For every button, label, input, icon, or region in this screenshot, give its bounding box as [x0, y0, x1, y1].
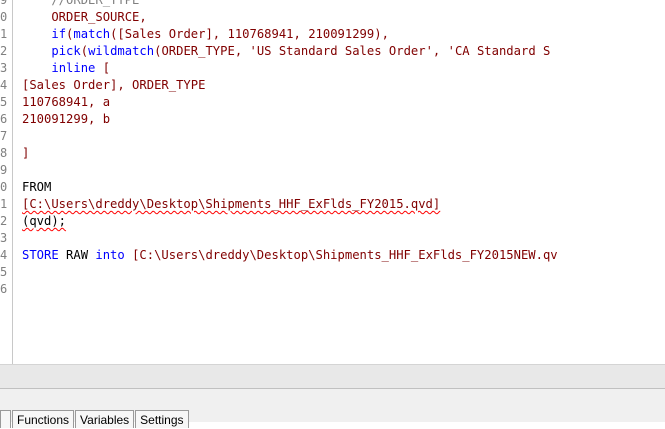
line-number: 9 — [0, 162, 12, 179]
tab-functions[interactable]: Functions — [12, 410, 75, 428]
tab-settings[interactable]: Settings — [135, 410, 189, 428]
code-token: match — [73, 27, 111, 41]
line-number: 4 — [0, 247, 12, 264]
line-number-text: 8 — [0, 146, 8, 160]
code-token: ORDER_SOURCE, — [22, 10, 147, 24]
code-token: [ — [95, 61, 111, 75]
tab-main[interactable] — [0, 410, 11, 428]
line-number: 5 — [0, 94, 12, 111]
line-number: 5 — [0, 264, 12, 281]
code-token: inline — [51, 61, 96, 75]
line-number-text: 3 — [0, 231, 8, 245]
code-token: into — [95, 248, 125, 262]
line-number: 0 — [0, 9, 12, 26]
code-token: 110768941, a — [22, 95, 111, 109]
code-token: ([Sales Order], 110768941, 210091299), — [110, 27, 389, 41]
line-number-text: 4 — [0, 248, 8, 262]
line-number: 1 — [0, 26, 12, 43]
bottom-tab-bar: Functions Variables Settings — [0, 388, 665, 428]
line-number: 7 — [0, 128, 12, 145]
code-line[interactable]: FROM — [22, 179, 51, 196]
code-token: (qvd); — [22, 214, 67, 228]
line-number-text: 2 — [0, 214, 8, 228]
line-number-text: 0 — [0, 180, 8, 194]
code-line[interactable]: if(match([Sales Order], 110768941, 21009… — [22, 26, 389, 43]
horizontal-scrollbar[interactable] — [0, 364, 665, 388]
line-number: 3 — [0, 230, 12, 247]
code-token: if — [51, 27, 67, 41]
code-token: [C:\Users\dreddy\Desktop\Shipments_HHF_E… — [22, 197, 441, 211]
code-line[interactable]: STORE RAW into [C:\Users\dreddy\Desktop\… — [22, 247, 558, 264]
line-number: 9 — [0, 0, 12, 9]
code-line[interactable]: (qvd); — [22, 213, 66, 230]
code-token: FROM — [22, 180, 52, 194]
code-line[interactable]: 110768941, a — [22, 94, 110, 111]
code-line[interactable]: 210091299, b — [22, 111, 110, 128]
code-token: pick — [51, 44, 81, 58]
line-number-text: 0 — [0, 10, 8, 24]
code-token: [C:\Users\dreddy\Desktop\Shipments_HHF_E… — [124, 248, 558, 262]
line-number: 6 — [0, 281, 12, 298]
line-number-text: 6 — [0, 282, 8, 296]
line-number: 8 — [0, 145, 12, 162]
line-number: 6 — [0, 111, 12, 128]
line-number-text: 6 — [0, 112, 8, 126]
code-token: //ORDER_TYPE — [22, 0, 140, 7]
line-number-text: 7 — [0, 129, 8, 143]
code-token: STORE — [22, 248, 59, 262]
code-token: (ORDER_TYPE, 'US Standard Sales Order', … — [154, 44, 551, 58]
line-number: 2 — [0, 213, 12, 230]
code-token: ] — [22, 146, 30, 160]
code-line[interactable]: pick(wildmatch(ORDER_TYPE, 'US Standard … — [22, 43, 550, 60]
line-number-text: 9 — [0, 163, 8, 177]
code-token: 210091299, b — [22, 112, 111, 126]
code-token: wildmatch — [88, 44, 155, 58]
line-number-text: 1 — [0, 27, 8, 41]
code-line[interactable]: ] — [22, 145, 29, 162]
line-number-text: 4 — [0, 78, 8, 92]
script-editor[interactable]: 9 0 1 2 3 4 5 6 7 8 9 0 1 2 3 4 5 6 //ORDER_TYPE ORDER_SO… — [0, 0, 665, 364]
code-line[interactable]: [Sales Order], ORDER_TYPE — [22, 77, 205, 94]
code-token: ( — [80, 44, 89, 58]
code-line[interactable]: inline [ — [22, 60, 110, 77]
tab-strip: Functions Variables Settings — [0, 410, 190, 428]
code-token: RAW — [58, 248, 96, 262]
tab-variables[interactable]: Variables — [75, 410, 135, 428]
line-number-text: 9 — [0, 0, 8, 7]
line-number: 3 — [0, 60, 12, 77]
code-line[interactable]: ORDER_SOURCE, — [22, 9, 147, 26]
line-number: 1 — [0, 196, 12, 213]
line-number-text: 3 — [0, 61, 8, 75]
code-line[interactable]: //ORDER_TYPE — [22, 0, 139, 9]
line-number: 2 — [0, 43, 12, 60]
line-number: 4 — [0, 77, 12, 94]
line-number-gutter: 9 0 1 2 3 4 5 6 7 8 9 0 1 2 3 4 5 6 — [0, 0, 13, 364]
line-number-text: 1 — [0, 197, 8, 211]
line-number: 0 — [0, 179, 12, 196]
line-number-text: 5 — [0, 95, 8, 109]
code-token: [Sales Order], ORDER_TYPE — [22, 78, 206, 92]
code-line[interactable]: [C:\Users\dreddy\Desktop\Shipments_HHF_E… — [22, 196, 440, 213]
line-number-text: 2 — [0, 44, 8, 58]
line-number-text: 5 — [0, 265, 8, 279]
